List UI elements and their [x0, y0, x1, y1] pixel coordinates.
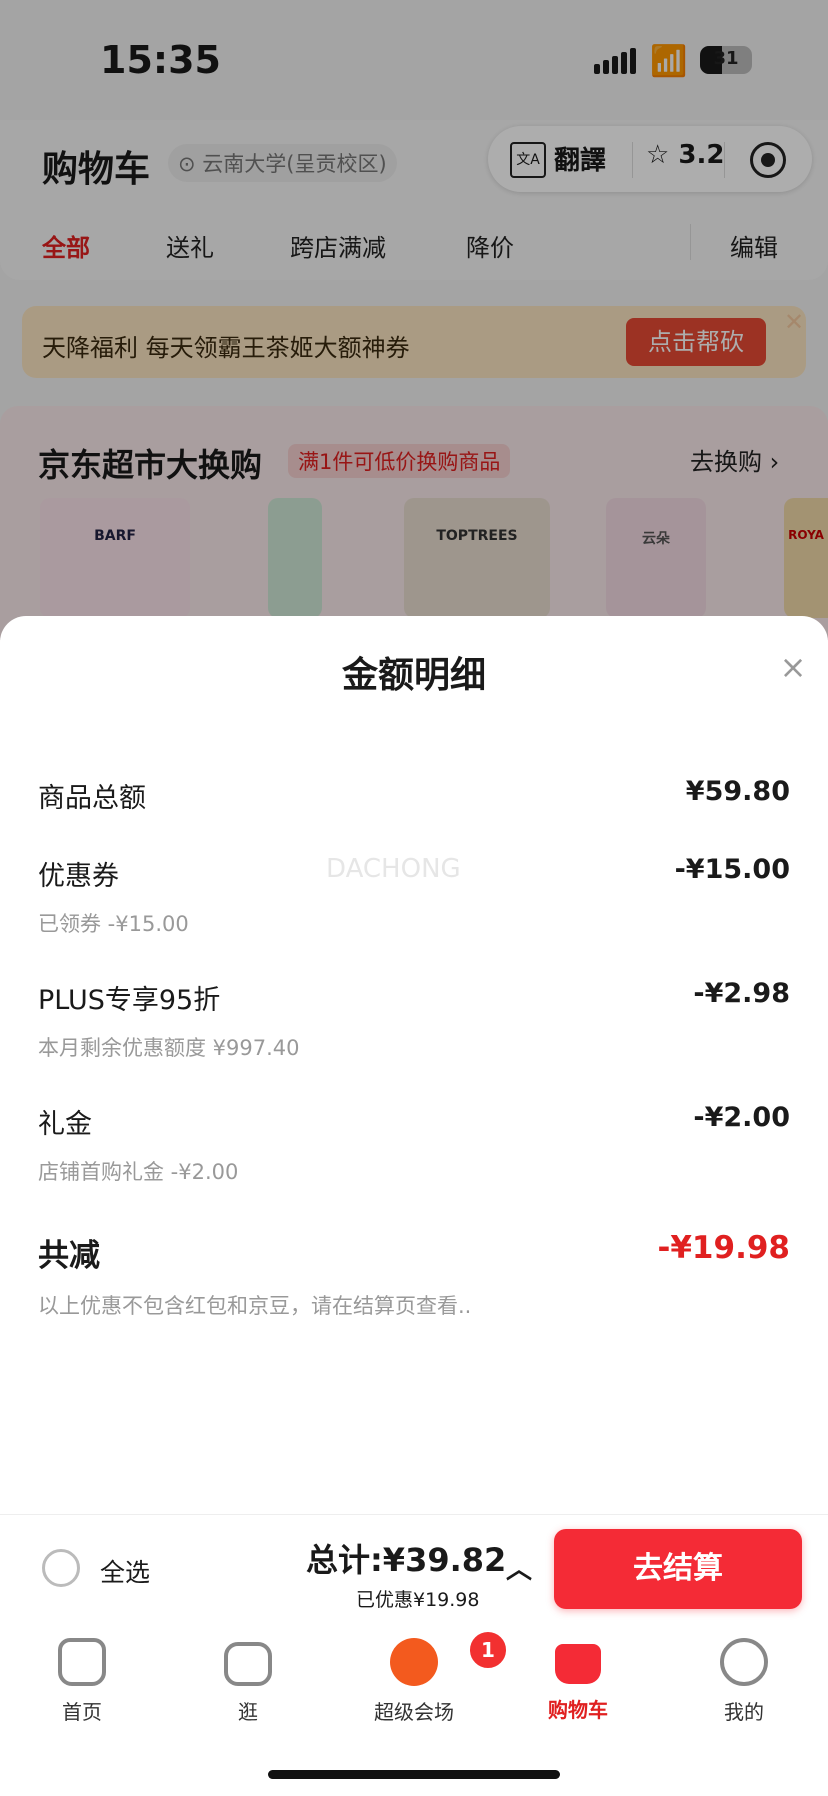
- detail-sub: 店铺首购礼金 -¥2.00: [38, 1160, 239, 1184]
- detail-value: -¥15.00: [674, 854, 790, 885]
- total-price: 总计:¥39.82: [306, 1541, 507, 1579]
- notification-badge: 1: [468, 1630, 508, 1670]
- super-venue-icon: 1: [390, 1630, 508, 1686]
- discount-note: 以上优惠不包含红包和京豆，请在结算页查看..: [38, 1294, 472, 1318]
- tabbar-browse[interactable]: 逛: [188, 1638, 308, 1725]
- detail-label: 商品总额: [38, 783, 146, 814]
- select-all-checkbox[interactable]: [42, 1549, 80, 1587]
- tabbar-profile[interactable]: 我的: [684, 1638, 804, 1725]
- watermark: DACHONG: [326, 854, 461, 884]
- saved-amount: 已优惠¥19.98: [356, 1589, 480, 1611]
- close-icon[interactable]: ×: [778, 651, 808, 683]
- tabbar-cart[interactable]: 购物车: [518, 1638, 638, 1723]
- tabbar-label: 超级会场: [374, 1700, 454, 1724]
- total-discount-label: 共减: [38, 1238, 100, 1274]
- chevron-up-icon[interactable]: ︿: [506, 1549, 532, 1586]
- profile-icon: [720, 1638, 768, 1686]
- cart-icon: [555, 1644, 601, 1684]
- tabbar-label: 首页: [62, 1700, 102, 1724]
- sheet-title: 金额明细: [341, 655, 486, 696]
- total-discount-value: -¥19.98: [657, 1230, 791, 1266]
- detail-label: 优惠券: [38, 861, 119, 892]
- tabbar-label: 逛: [238, 1700, 258, 1724]
- tabbar-super-venue[interactable]: 1 超级会场: [354, 1630, 508, 1725]
- checkout-button[interactable]: 去结算: [554, 1529, 802, 1609]
- tabbar-home[interactable]: 首页: [22, 1638, 142, 1725]
- select-all-label[interactable]: 全选: [100, 1553, 150, 1589]
- detail-value: -¥2.98: [693, 978, 790, 1009]
- home-icon: [58, 1638, 106, 1686]
- video-icon: [224, 1642, 272, 1686]
- modal-backdrop[interactable]: [0, 0, 828, 640]
- checkout-bar: 全选 总计:¥39.82 已优惠¥19.98 ︿ 去结算: [0, 1514, 828, 1625]
- detail-label: 礼金: [38, 1109, 92, 1140]
- detail-sub: 本月剩余优惠额度 ¥997.40: [38, 1036, 300, 1060]
- detail-sub: 已领券 -¥15.00: [38, 912, 189, 936]
- tabbar-label: 我的: [724, 1700, 764, 1724]
- amount-detail-sheet: 金额明细 × DACHONG 商品总额 ¥59.80 优惠券 -¥15.00 已…: [0, 616, 828, 1516]
- home-indicator[interactable]: [268, 1770, 560, 1779]
- tabbar-label: 购物车: [548, 1698, 608, 1722]
- detail-value: ¥59.80: [685, 776, 790, 807]
- detail-label: PLUS专享95折: [38, 985, 221, 1016]
- detail-value: -¥2.00: [693, 1102, 790, 1133]
